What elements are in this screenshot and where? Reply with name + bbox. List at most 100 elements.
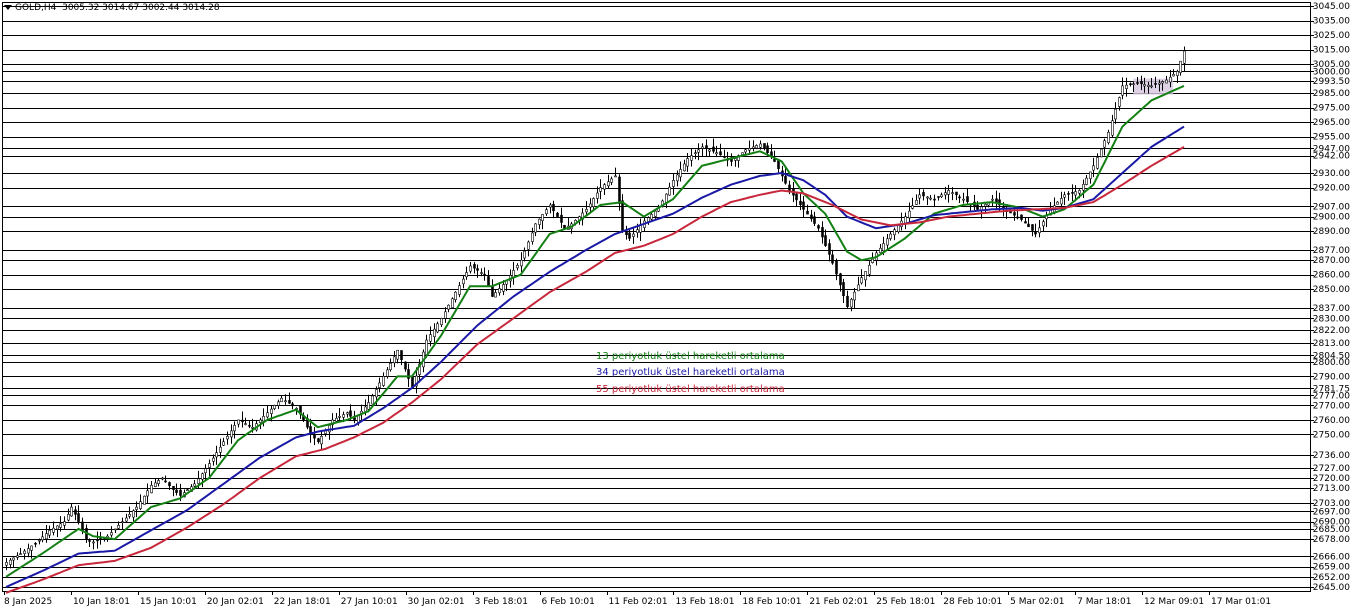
candle-body xyxy=(1118,97,1121,107)
candle-body xyxy=(357,415,360,423)
candle-body xyxy=(172,486,175,490)
candle-body xyxy=(244,423,247,425)
candle-body xyxy=(400,350,403,360)
candle-body xyxy=(458,285,461,295)
candle-body xyxy=(552,203,555,212)
y-tick-label: 2890.00 xyxy=(1313,227,1350,237)
candle-body xyxy=(114,528,117,531)
candle-body xyxy=(179,489,182,496)
y-tick-label: 2930.00 xyxy=(1313,169,1350,179)
candle-body xyxy=(697,149,700,153)
candle-body xyxy=(871,258,874,263)
candle-body xyxy=(672,180,675,187)
candle-body xyxy=(676,174,679,182)
candle-body xyxy=(201,473,204,480)
candle-body xyxy=(625,231,628,236)
candle-body xyxy=(291,403,294,407)
candle-body xyxy=(139,501,142,509)
candle-body xyxy=(161,477,164,480)
candle-body xyxy=(639,225,642,233)
candle-body xyxy=(349,410,352,417)
candle-body xyxy=(744,149,747,153)
y-tick-label: 2697.00 xyxy=(1313,507,1350,517)
candle-body xyxy=(929,197,932,200)
price-chart[interactable]: 3045.003035.003025.003015.003005.003000.… xyxy=(0,0,1362,611)
candle-body xyxy=(846,295,849,307)
candle-body xyxy=(534,223,537,233)
candle-body xyxy=(1143,84,1146,87)
candle-body xyxy=(1125,84,1128,89)
candle-body xyxy=(143,495,146,505)
candle-body xyxy=(810,214,813,220)
y-tick-label: 2985.00 xyxy=(1313,89,1350,99)
candle-body xyxy=(603,184,606,190)
candle-body xyxy=(230,430,233,438)
candle-body xyxy=(610,178,613,183)
candle-body xyxy=(857,284,860,292)
candle-body xyxy=(259,419,262,423)
candle-body xyxy=(1179,60,1182,73)
candle-body xyxy=(1027,223,1030,228)
candle-body xyxy=(88,540,91,542)
candle-body xyxy=(447,304,450,310)
candle-body xyxy=(654,210,657,217)
x-tick-label: 18 Feb 10:01 xyxy=(742,597,801,607)
candle-body xyxy=(241,419,244,423)
candle-body xyxy=(741,152,744,155)
y-tick-label: 2645.00 xyxy=(1313,583,1350,593)
candle-body xyxy=(1071,192,1074,194)
candle-body xyxy=(117,524,120,529)
candle-body xyxy=(204,468,207,474)
symbol-header: GOLD,H4 3005.32 3014.67 3002.44 3014.28 xyxy=(4,3,220,13)
candle-body xyxy=(462,278,465,285)
candle-body xyxy=(262,416,265,422)
candle-body xyxy=(1092,165,1095,171)
symbol-label: GOLD,H4 xyxy=(15,3,57,13)
candle-body xyxy=(146,490,149,497)
candle-body xyxy=(469,265,472,272)
y-tick-label: 2877.00 xyxy=(1313,246,1350,256)
candle-body xyxy=(56,525,59,530)
candle-body xyxy=(889,233,892,239)
dropdown-triangle-icon[interactable] xyxy=(4,5,12,10)
y-tick-label: 2813.00 xyxy=(1313,339,1350,349)
candle-body xyxy=(531,232,534,242)
candle-body xyxy=(556,212,559,217)
candle-body xyxy=(723,156,726,158)
y-tick-label: 2777.00 xyxy=(1313,391,1350,401)
x-tick-label: 10 Jan 18:01 xyxy=(73,597,130,607)
chart-window[interactable]: 3045.00 3035.00 3025.00 3015.00 3005.00 3000.… xyxy=(0,0,1362,611)
candle-body xyxy=(436,323,439,333)
candle-body xyxy=(280,397,283,403)
candle-body xyxy=(560,214,563,223)
candle-body xyxy=(135,506,138,510)
candle-body xyxy=(440,317,443,326)
candle-body xyxy=(480,272,483,274)
candle-body xyxy=(1082,183,1085,191)
candle-body xyxy=(41,536,44,541)
candle-body xyxy=(175,489,178,493)
candle-body xyxy=(650,214,653,220)
candle-body xyxy=(915,199,918,205)
candle-body xyxy=(19,553,22,555)
candle-body xyxy=(966,196,969,203)
candle-body xyxy=(164,480,167,483)
y-tick-label: 2975.00 xyxy=(1313,104,1350,114)
candle-body xyxy=(1020,214,1023,220)
candle-body xyxy=(425,339,428,355)
candle-body xyxy=(186,489,189,491)
candle-body xyxy=(63,521,66,526)
candle-body xyxy=(494,292,497,298)
candle-body xyxy=(1074,191,1077,196)
x-tick-label: 15 Jan 10:01 xyxy=(140,597,197,607)
candle-body xyxy=(1147,84,1150,87)
y-tick-label: 2666.00 xyxy=(1313,552,1350,562)
x-tick-label: 7 Mar 18:01 xyxy=(1077,597,1131,607)
candle-body xyxy=(404,361,407,370)
candle-body xyxy=(465,272,468,278)
candle-body xyxy=(523,250,526,259)
candle-body xyxy=(34,542,37,545)
candle-body xyxy=(799,200,802,205)
candle-body xyxy=(850,299,853,308)
candle-body xyxy=(346,412,349,415)
